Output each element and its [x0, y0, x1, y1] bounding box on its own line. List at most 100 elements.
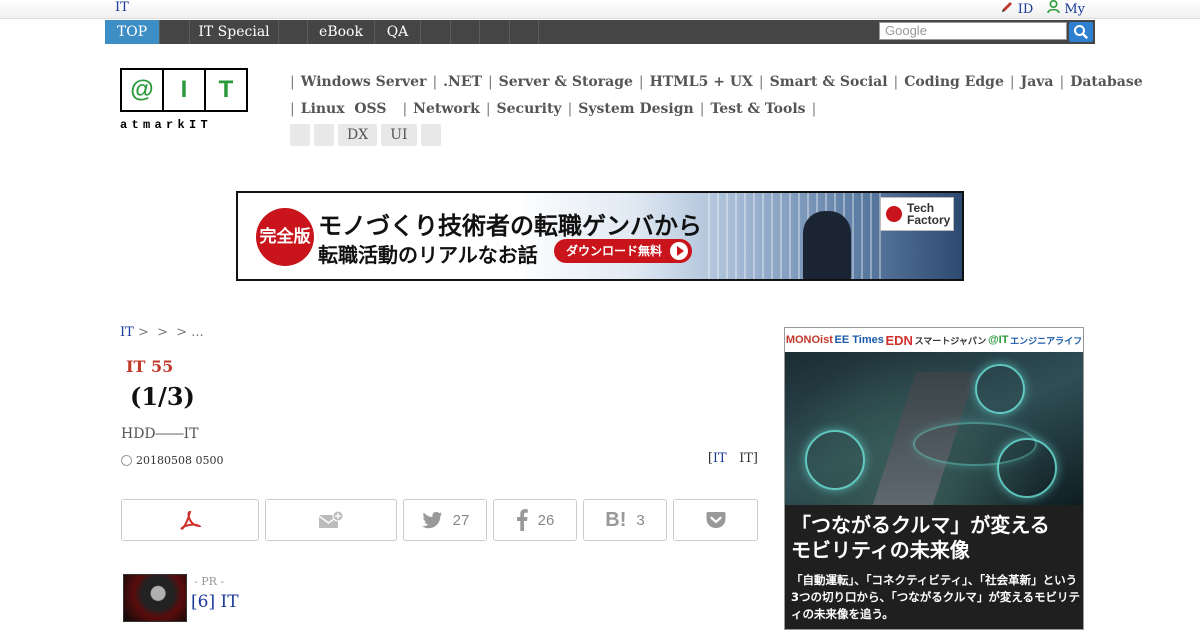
id-label: ID [1017, 1, 1034, 17]
category-java[interactable]: Java [1021, 74, 1054, 90]
category-test-tools[interactable]: Test & Tools [710, 101, 805, 117]
logo-subtitle: atmarkIT [120, 118, 213, 132]
side-ad[interactable]: MONOist EE Times EDN スマートジャパン @IT エンジニアラ… [784, 327, 1084, 630]
tag-list: DX UI [290, 124, 441, 146]
global-nav: TOP IT Special eBook QA Google [105, 20, 1095, 44]
tab-ebook[interactable]: eBook [308, 20, 375, 44]
tag-dx[interactable]: DX [338, 124, 378, 146]
tab-blank-1[interactable] [160, 20, 190, 44]
category-database[interactable]: Database [1070, 74, 1142, 90]
category-windows-server[interactable]: Windows Server [301, 74, 427, 90]
side-logo-monoist: MONOist [785, 334, 833, 346]
pocket-icon [706, 511, 726, 529]
hatena-count: 3 [636, 511, 645, 529]
category-nav: | Windows Server | .NET | Server & Storage … [290, 68, 1143, 122]
banner-download-button[interactable]: ダウンロード無料 [554, 239, 693, 263]
category-row-2: | Linux OSS | Network | Security | System De… [290, 100, 817, 117]
search-button[interactable] [1069, 22, 1093, 42]
article-lead: HDD――IT [121, 426, 199, 442]
fuel-ring-icon [975, 364, 1025, 414]
pencil-icon [1000, 0, 1014, 18]
site-logo[interactable]: @ I T atmarkIT [120, 68, 250, 134]
category-linux-oss[interactable]: Linux OSS [301, 101, 387, 117]
category-dotnet[interactable]: .NET [443, 74, 482, 90]
hatena-bookmark-icon: B! [605, 508, 627, 531]
side-ad-headline: 「つながるクルマ」が変える モビリティの未来像 [791, 513, 1050, 562]
mail-button[interactable] [265, 499, 397, 541]
play-icon [670, 242, 689, 260]
clock-icon [121, 455, 132, 466]
site-link[interactable]: IT [115, 0, 129, 15]
twitter-count: 27 [452, 511, 470, 529]
my-link[interactable]: My [1047, 0, 1085, 18]
user-links: ID My [1000, 0, 1085, 18]
tab-blank-4[interactable] [451, 20, 480, 44]
banner-download-label: ダウンロード無料 [566, 244, 663, 258]
search-icon [1069, 25, 1093, 46]
breadcrumb-trail: > > > ... [133, 325, 204, 340]
category-html5-ux[interactable]: HTML5 + UX [650, 74, 753, 90]
id-link[interactable]: ID [1000, 0, 1034, 18]
banner-line-2: 転職活動のリアルなお話 [318, 243, 538, 267]
tag-5[interactable] [420, 124, 441, 146]
byline-link[interactable]: IT [713, 451, 727, 466]
article-title: (1/3) [130, 382, 195, 411]
side-logo-eetimes: EE Times [834, 334, 884, 346]
twitter-share-button[interactable]: 27 [403, 499, 487, 541]
pr-thumbnail[interactable] [123, 574, 187, 622]
top-strip: IT ID My [0, 0, 1200, 19]
pr-label: - PR - [194, 575, 225, 588]
tag-2[interactable] [314, 124, 334, 146]
side-ad-logos: MONOist EE Times EDN スマートジャパン @IT エンジニアラ… [785, 328, 1083, 352]
tag-ui[interactable]: UI [381, 124, 417, 146]
pr-title-link[interactable]: [6] IT [191, 592, 239, 612]
hatena-bookmark-button[interactable]: B! 3 [583, 499, 667, 541]
side-logo-edn: EDN [885, 332, 913, 348]
banner-line-1: モノづくり技術者の転職ゲンバから [318, 212, 702, 240]
article-kicker: IT 55 [126, 357, 174, 376]
category-coding-edge[interactable]: Coding Edge [904, 74, 1004, 90]
side-logo-smart-japan: スマートジャパン [914, 335, 987, 346]
tab-blank-2[interactable] [279, 20, 308, 44]
banner-stamp: 完全版 [256, 208, 314, 266]
side-ad-body: 「自動運転」、「コネクティビティ」、「社会革新」という3つの切り口から、「つなが… [791, 573, 1081, 621]
category-system-design[interactable]: System Design [578, 101, 693, 117]
facebook-icon [516, 509, 528, 531]
breadcrumb: IT > > > ... [120, 325, 204, 340]
logo-t: T [218, 76, 234, 103]
truck-ring-icon [805, 430, 865, 490]
ad-banner[interactable]: 完全版 モノづくり技術者の転職ゲンバから 転職活動のリアルなお話 ダウンロード無… [236, 191, 964, 281]
connected-car-image [785, 352, 1083, 505]
tab-blank-3[interactable] [421, 20, 451, 44]
tab-top[interactable]: TOP [105, 20, 160, 44]
pocket-button[interactable] [673, 499, 758, 541]
side-logo-engineer-life: エンジニアライフ [1010, 335, 1083, 346]
article-date: 20180508 0500 [121, 454, 223, 467]
building-graphic [708, 193, 888, 279]
tab-blank-6[interactable] [510, 20, 539, 44]
person-graphic [803, 211, 851, 279]
facebook-count: 26 [537, 511, 555, 529]
article-byline: [IT IT] [707, 451, 758, 466]
category-security[interactable]: Security [497, 101, 562, 117]
side-logo-atmarkit: @IT [987, 334, 1009, 346]
category-server-storage[interactable]: Server & Storage [499, 74, 633, 90]
category-smart-social[interactable]: Smart & Social [770, 74, 888, 90]
search-input[interactable]: Google [879, 22, 1067, 40]
tag-1[interactable] [290, 124, 310, 146]
my-label: My [1064, 1, 1085, 17]
tab-qa[interactable]: QA [375, 20, 421, 44]
tech-factory-badge: Tech Factory [880, 197, 954, 231]
mail-add-icon [318, 511, 344, 529]
breadcrumb-home[interactable]: IT [120, 325, 134, 340]
tab-blank-5[interactable] [480, 20, 510, 44]
category-network[interactable]: Network [413, 101, 480, 117]
twitter-icon [421, 511, 443, 529]
tab-it-special[interactable]: IT Special [190, 20, 279, 44]
pdf-icon [179, 510, 201, 530]
facebook-share-button[interactable]: 26 [493, 499, 577, 541]
pdf-button[interactable] [121, 499, 259, 541]
article-date-text: 20180508 0500 [136, 454, 224, 467]
logo-box: @ I T [120, 68, 248, 112]
signal-ring [913, 422, 1037, 466]
